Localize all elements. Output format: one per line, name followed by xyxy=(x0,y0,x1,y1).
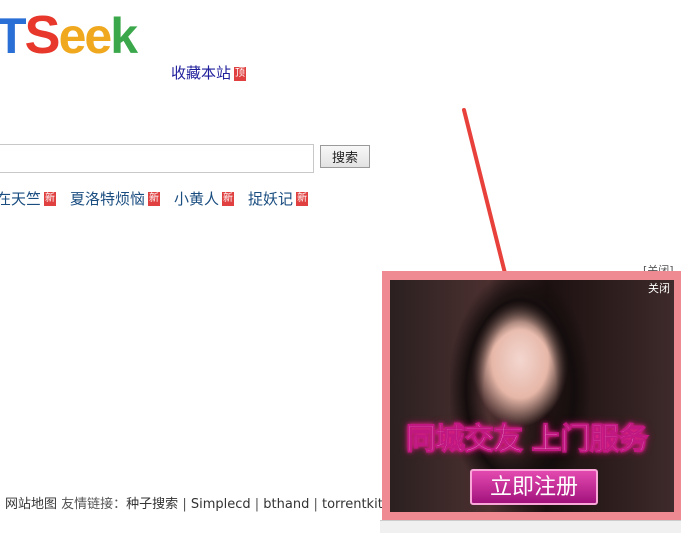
footer-links: 网站地图 友情链接：种子搜索 | Simplecd | bthand | tor… xyxy=(0,490,405,520)
separator: | xyxy=(250,497,264,512)
separator: | xyxy=(178,497,191,512)
site-logo[interactable]: TSeek xyxy=(0,2,138,68)
bookmark-label: 收藏本站 xyxy=(171,64,232,82)
hot-link-label: 捉妖记 xyxy=(248,190,294,208)
friends-label: 友情链接： xyxy=(61,497,127,512)
hot-link[interactable]: 在天竺新 xyxy=(0,188,57,209)
new-badge: 新 xyxy=(222,191,235,206)
logo-letter: S xyxy=(24,5,61,65)
bookmark-site-link[interactable]: 收藏本站顶 xyxy=(171,62,247,83)
ad-register-button[interactable]: 立即注册 xyxy=(470,469,598,505)
friend-link[interactable]: Simplecd xyxy=(191,497,251,512)
search-button[interactable]: 搜索 xyxy=(320,145,370,168)
search-input[interactable] xyxy=(0,144,314,173)
top-badge: 顶 xyxy=(234,67,247,81)
separator: | xyxy=(309,497,322,512)
new-badge: 新 xyxy=(296,191,309,206)
friend-link[interactable]: 种子搜索 xyxy=(126,497,178,512)
hot-link[interactable]: 夏洛特烦恼新 xyxy=(70,188,161,209)
hot-link[interactable]: 小黄人新 xyxy=(174,188,235,209)
status-bar xyxy=(380,520,681,533)
new-badge: 新 xyxy=(44,191,57,206)
sitemap-link[interactable]: 网站地图 xyxy=(5,497,57,512)
ad-close-inner-button[interactable]: 关闭 xyxy=(648,280,670,296)
logo-letter: e xyxy=(84,8,112,64)
friend-link[interactable]: bthand xyxy=(263,497,309,512)
logo-letter: k xyxy=(110,8,138,64)
hot-link-label: 夏洛特烦恼 xyxy=(70,190,146,208)
hot-links: 在天竺新 夏洛特烦恼新 小黄人新 捉妖记新 xyxy=(0,188,322,209)
hot-link-label: 在天竺 xyxy=(0,190,42,208)
popup-ad[interactable]: 关闭 同城交友 上门服务 立即注册 xyxy=(382,271,681,520)
new-badge: 新 xyxy=(148,191,161,206)
friend-link[interactable]: torrentkit xyxy=(322,497,383,512)
ad-image[interactable]: 关闭 同城交友 上门服务 立即注册 xyxy=(390,280,674,512)
logo-letter: e xyxy=(58,8,87,64)
hot-link[interactable]: 捉妖记新 xyxy=(248,188,309,209)
hot-link-label: 小黄人 xyxy=(174,190,220,208)
logo-letter: T xyxy=(0,8,27,64)
ad-tagline: 同城交友 上门服务 xyxy=(405,422,648,458)
